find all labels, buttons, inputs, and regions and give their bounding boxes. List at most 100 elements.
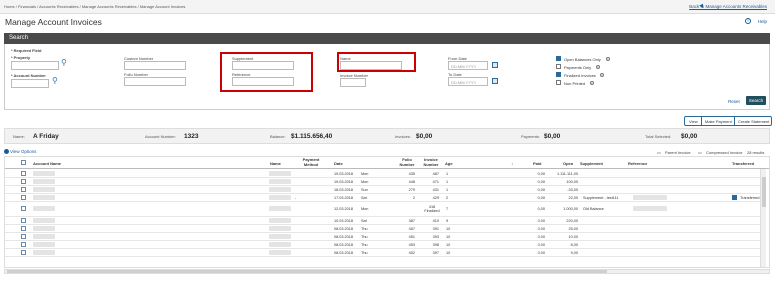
scroll-thumb[interactable] <box>7 270 607 273</box>
search-panel: * Required Field * Property ⚲ * Account … <box>4 44 770 110</box>
row-checkbox[interactable] <box>21 195 26 200</box>
row-checkbox[interactable] <box>21 187 26 192</box>
view-button[interactable]: View <box>689 119 698 124</box>
sort-arrow-icon[interactable]: ↓ <box>511 161 513 166</box>
cell-paid: 0,00 <box>537 235 545 239</box>
col-transferred[interactable]: Transferred <box>732 161 754 166</box>
create-statement-button[interactable]: Create Statement <box>738 119 769 124</box>
col-supplement[interactable]: Supplement <box>580 161 603 166</box>
finalized-invoices-checkbox[interactable] <box>556 72 561 77</box>
from-date-calendar-icon[interactable] <box>492 62 498 68</box>
row-checkbox[interactable] <box>21 234 26 239</box>
cell-inv: 398 <box>432 243 439 247</box>
view-options-link[interactable]: View Options <box>10 149 36 154</box>
col-payment-method[interactable]: Payment Method <box>299 157 323 167</box>
compressed-invoice-icon[interactable]: ▭ <box>698 150 702 155</box>
table-row[interactable]: 18.03.2018 Sun 279 431 1 0,00 -33,00 <box>5 186 760 194</box>
vertical-scrollbar[interactable] <box>760 169 766 267</box>
breadcrumb[interactable]: Home / Financials / Accounts Receivables… <box>4 4 185 9</box>
cell-date: 08.03.2018 <box>334 227 354 231</box>
cell-date: 19.03.2018 <box>334 172 354 176</box>
table-row[interactable]: 10.03.2018 Sat 387 410 9 0,00 220,00 <box>5 217 760 225</box>
help-icon[interactable]: ? <box>745 18 751 24</box>
divider <box>734 117 735 125</box>
folio-number-input[interactable] <box>124 77 186 86</box>
row-checkbox[interactable] <box>21 242 26 247</box>
cell-day: Thu <box>361 251 368 255</box>
info-icon[interactable]: i <box>606 57 610 61</box>
cell-age: 1 <box>446 172 449 176</box>
table-row[interactable]: 19.03.2018 Mon 448 471 1 0,00 100,00 <box>5 178 760 186</box>
non-printed-checkbox[interactable] <box>556 80 561 85</box>
row-checkbox[interactable] <box>21 226 26 231</box>
info-icon[interactable]: i <box>590 81 594 85</box>
table-row[interactable]: 08.03.2018 Thu 451 393 10 0,00 10,00 <box>5 233 760 241</box>
open-balances-checkbox[interactable] <box>556 56 561 61</box>
info-icon[interactable]: i <box>596 65 600 69</box>
custom-number-input[interactable] <box>124 61 186 70</box>
cell-open: 22,00 <box>568 196 578 200</box>
table-row[interactable]: - 17.03.2018 Sat 2 429 2 0,00 22,00 Supplement -… <box>5 194 760 202</box>
payments-only-checkbox[interactable] <box>556 64 561 69</box>
cell-date: 10.03.2018 <box>334 219 354 223</box>
make-payment-button[interactable]: Make Payment <box>705 119 732 124</box>
select-all-checkbox[interactable] <box>21 160 26 165</box>
cell-age: 10 <box>446 227 451 231</box>
cell-inv: 418 Finalized <box>424 205 440 213</box>
col-age[interactable]: Age <box>445 161 453 166</box>
table-row[interactable]: 08.03.2018 Thu 453 398 10 0,00 8,00 <box>5 241 760 249</box>
required-note: * Required Field <box>11 48 42 53</box>
name-input[interactable] <box>340 61 402 70</box>
col-paid[interactable]: Paid <box>533 161 541 166</box>
col-invoice-number[interactable]: Invoice Number <box>421 157 441 167</box>
invoice-number-input[interactable] <box>340 78 366 87</box>
parent-invoice-option[interactable]: Parent Invoice <box>665 150 691 155</box>
account-number-input[interactable] <box>11 79 49 88</box>
col-date[interactable]: Date <box>334 161 343 166</box>
col-account-name[interactable]: Account Name <box>33 161 61 166</box>
search-button[interactable]: Search <box>746 96 766 105</box>
help-link[interactable]: Help <box>758 19 767 24</box>
search-header[interactable]: Search <box>4 33 770 44</box>
from-date-input[interactable]: DD.MM.YYYY <box>448 61 488 70</box>
cell-open: 8,00 <box>570 243 578 247</box>
reset-button[interactable]: Reset <box>728 99 740 104</box>
redacted-name <box>269 195 291 200</box>
horizontal-scrollbar[interactable] <box>4 269 770 274</box>
transferred-checkbox[interactable] <box>732 195 737 200</box>
cell-date: 18.03.2018 <box>334 188 354 192</box>
back-link[interactable]: Back to Manage Accounts Receivables <box>689 4 767 9</box>
row-checkbox[interactable] <box>21 171 26 176</box>
table-row[interactable]: 08.03.2018 Thu 457 391 10 0,00 25,00 <box>5 225 760 233</box>
to-date-input[interactable]: DD.MM.YYYY <box>448 77 488 86</box>
property-input[interactable] <box>11 61 59 70</box>
cell-age: 9 <box>446 219 449 223</box>
reference-input[interactable] <box>232 77 294 86</box>
to-date-calendar-icon[interactable] <box>492 78 498 84</box>
compressed-invoice-option[interactable]: Compressed Invoice <box>706 150 742 155</box>
results-count: 28 results <box>747 150 765 155</box>
row-checkbox[interactable] <box>21 206 26 211</box>
row-checkbox[interactable] <box>21 218 26 223</box>
info-icon[interactable]: i <box>600 73 604 77</box>
property-search-icon[interactable]: ⚲ <box>61 58 67 67</box>
table-row[interactable]: 08.03.2018 Thu 452 397 10 0,00 9,00 <box>5 249 760 257</box>
cell-day: Thu <box>361 227 368 231</box>
view-options-icon[interactable] <box>4 149 9 154</box>
summary-total-selected-label: Total Selected: <box>645 134 672 139</box>
table-row[interactable]: 12.03.2018 Mon 418 Finalized 7 0,00 1.000,00 O… <box>5 205 760 217</box>
cell-open: 100,00 <box>566 180 578 184</box>
col-name[interactable]: Name <box>270 161 281 166</box>
scroll-thumb[interactable] <box>762 177 766 207</box>
col-open[interactable]: Open <box>563 161 573 166</box>
cell-open: -33,00 <box>567 188 578 192</box>
supplement-input[interactable] <box>232 61 294 70</box>
cell-inv: 429 <box>432 196 439 200</box>
col-folio-number[interactable]: Folio Number <box>398 157 416 167</box>
account-search-icon[interactable]: ⚲ <box>52 76 58 85</box>
col-reference[interactable]: Reference <box>628 161 647 166</box>
row-checkbox[interactable] <box>21 250 26 255</box>
table-row[interactable]: 19.03.2018 Mon 435 487 1 0,00 1.111.111,00 <box>5 170 760 178</box>
row-checkbox[interactable] <box>21 179 26 184</box>
parent-invoice-icon[interactable]: ▭ <box>657 150 661 155</box>
